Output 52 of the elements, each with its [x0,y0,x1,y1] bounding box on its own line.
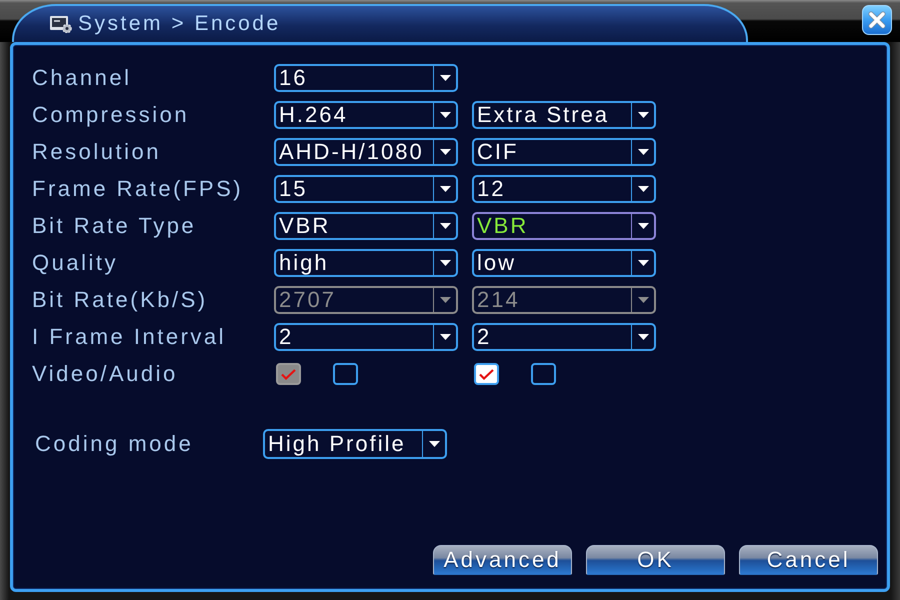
dropdown[interactable]: 2 [472,323,656,351]
caret-icon [440,75,450,81]
caret-icon [638,297,648,303]
close-icon [868,11,886,29]
dropdown[interactable]: 12 [472,175,656,203]
caret-icon [440,334,450,340]
dropdown[interactable]: VBR [472,212,656,240]
caret-icon [638,223,648,229]
caret-icon [638,334,648,340]
checkbox[interactable] [474,363,499,385]
field-label: Video/Audio [32,361,179,387]
checkbox[interactable] [333,363,358,385]
caret-icon [440,297,450,303]
tick-icon [281,368,296,380]
dropdown[interactable]: low [472,249,656,277]
dropdown[interactable]: 16 [274,64,458,92]
window-title: System > Encode [78,12,281,36]
dropdown[interactable]: H.264 [274,101,458,129]
checkbox[interactable] [531,363,556,385]
field-label: Resolution [32,139,162,165]
field-label: Bit Rate Type [32,213,198,239]
dialog-button[interactable]: OK [586,545,725,575]
dropdown[interactable]: CIF [472,138,656,166]
dialog-button[interactable]: Advanced [433,545,572,575]
caret-icon [440,223,450,229]
field-label: Frame Rate(FPS) [32,176,244,202]
dropdown[interactable]: Extra Strea [472,101,656,129]
dropdown[interactable]: 2 [274,323,458,351]
dropdown[interactable]: VBR [274,212,458,240]
dropdown[interactable]: 15 [274,175,458,203]
caret-icon [440,260,450,266]
caret-icon [440,112,450,118]
caret-icon [638,260,648,266]
dropdown[interactable]: high [274,249,458,277]
dropdown[interactable]: AHD-H/1080 [274,138,458,166]
caret-icon [638,149,648,155]
dropdown[interactable]: High Profile [263,429,447,459]
close-button[interactable] [862,5,892,35]
caret-icon [638,186,648,192]
dialog-button[interactable]: Cancel [739,545,878,575]
field-label: Compression [32,102,190,128]
field-label: I Frame Interval [32,324,228,350]
caret-icon [428,441,440,447]
field-label: Coding mode [35,431,194,457]
caret-icon [440,149,450,155]
field-label: Bit Rate(Kb/S) [32,287,209,313]
caret-icon [440,186,450,192]
field-label: Quality [32,250,119,276]
field-label: Channel [32,65,132,91]
caret-icon [638,112,648,118]
screen-gear-icon [50,16,72,32]
tick-icon [479,368,494,380]
